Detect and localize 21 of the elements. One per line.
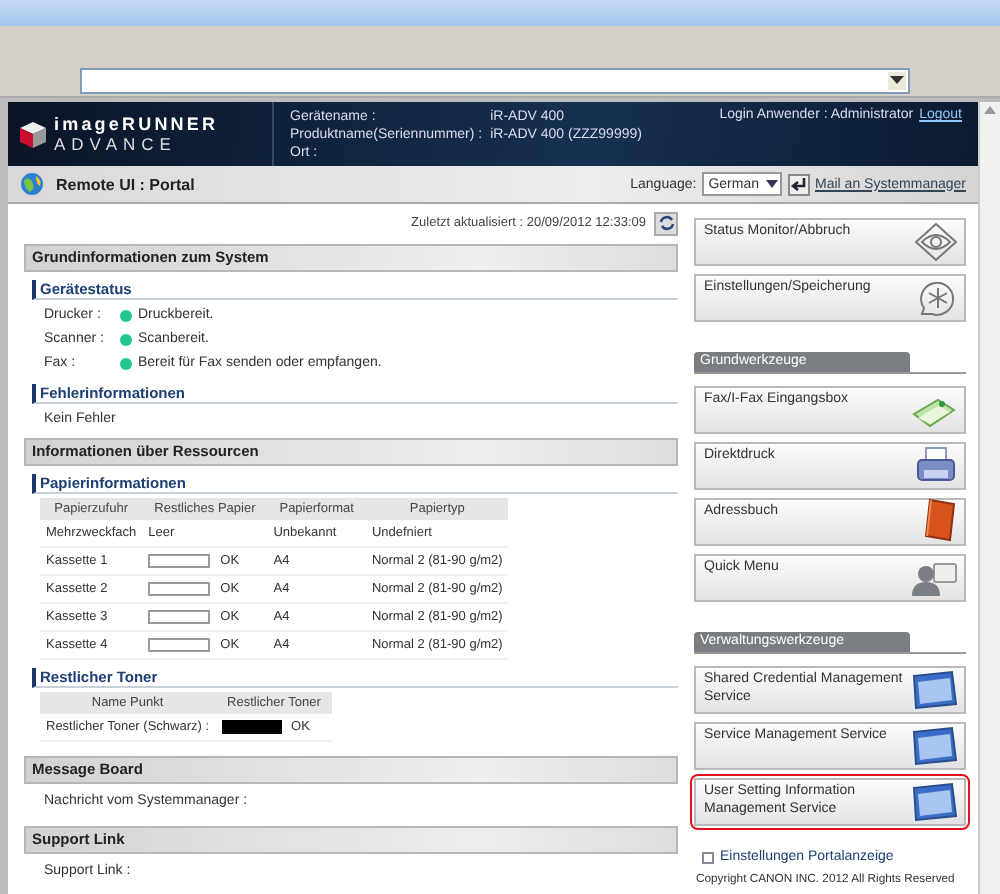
window-icon: [910, 670, 958, 710]
eye-icon: [914, 222, 958, 262]
book-icon: [922, 498, 958, 542]
asterisk-icon: [914, 278, 958, 318]
address-field[interactable]: [80, 67, 910, 93]
window-icon: [910, 726, 958, 766]
window-icon: [910, 782, 958, 822]
bullet-icon: [702, 851, 714, 863]
refresh-button[interactable]: [654, 211, 678, 235]
apply-button[interactable]: [787, 173, 810, 195]
paper-stack-icon: [910, 394, 958, 430]
printer-icon: [914, 446, 958, 486]
page-title: Remote UI : Portal: [56, 175, 195, 193]
person-icon: [910, 562, 958, 598]
caret-icon: [765, 180, 778, 188]
cube-logo-icon: [20, 121, 46, 147]
logo-subtitle: ADVANCE: [54, 134, 179, 154]
globe-icon: [20, 172, 44, 196]
scrollbar[interactable]: [978, 102, 1000, 894]
logo-text: imageRUNNER: [54, 114, 219, 134]
dropdown-button[interactable]: [888, 71, 906, 89]
